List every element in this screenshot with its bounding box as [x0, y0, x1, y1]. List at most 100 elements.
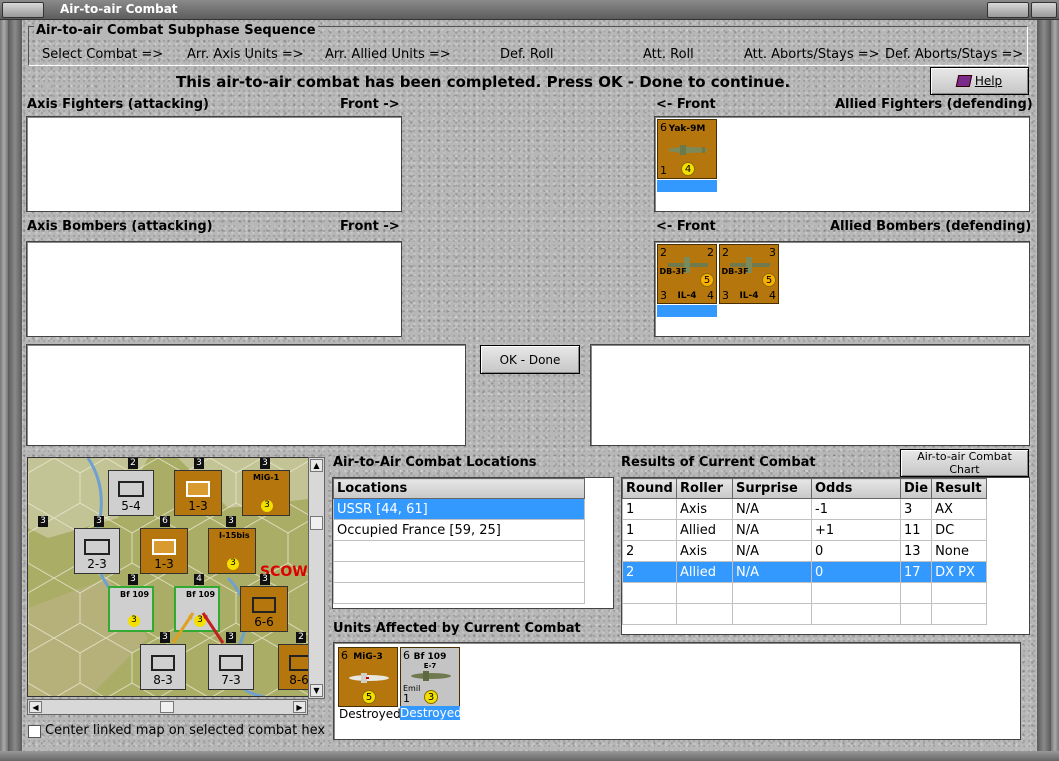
- unit-counter-db3f-2[interactable]: 2 3 DB-3F 5 3 IL-4 4: [719, 244, 779, 304]
- center-map-checkbox[interactable]: [28, 725, 41, 738]
- hex-label: 7-3: [221, 673, 241, 687]
- cell: N/A: [732, 561, 812, 583]
- seq-step-arr-allied: Arr. Allied Units =>: [325, 47, 451, 62]
- result-row[interactable]: [622, 603, 988, 625]
- location-row[interactable]: Occupied France [59, 25]: [333, 519, 585, 541]
- cell: None: [931, 540, 988, 562]
- close-button[interactable]: [1031, 2, 1057, 18]
- map-unit-name: Bf 109: [120, 590, 150, 599]
- cell: Allied: [676, 561, 733, 583]
- affected-units-panel[interactable]: 6 MiG-3 5 Destroyed 6 Bf 109 E-7 Emil 1 …: [333, 642, 1021, 740]
- system-menu-button[interactable]: [2, 2, 44, 18]
- map-unit-armor[interactable]: 6-6: [240, 586, 288, 632]
- ok-done-button[interactable]: OK - Done: [480, 345, 580, 374]
- hex-label: 2-3: [87, 557, 107, 571]
- map-unit-inf-5[interactable]: 7-3: [208, 644, 254, 690]
- cell: Axis: [676, 498, 733, 520]
- stack-count: 6: [160, 516, 170, 527]
- minimize-button[interactable]: [987, 2, 1029, 18]
- cell: [676, 582, 733, 604]
- cell: 0: [811, 561, 901, 583]
- hex-label: 1-3: [188, 499, 208, 513]
- map-unit-inf-3[interactable]: 1-3: [140, 528, 188, 574]
- axis-fighters-panel[interactable]: [26, 116, 402, 212]
- cell: 1: [622, 498, 677, 520]
- linked-map[interactable]: 5-4 1-3 MiG-1 3 2-3 1-3 I-15bis 3 SCOW B…: [27, 457, 316, 697]
- cell: [676, 603, 733, 625]
- map-unit-bf109-a[interactable]: Bf 109 3: [108, 586, 154, 632]
- cell: N/A: [732, 540, 812, 562]
- scroll-thumb[interactable]: [310, 516, 323, 530]
- frame-right-inner: [1037, 20, 1051, 761]
- help-button[interactable]: Help: [930, 67, 1029, 95]
- counter-name: DB-3F: [721, 267, 749, 276]
- map-unit-mig1[interactable]: MiG-1 3: [242, 470, 290, 516]
- map-unit-inf-1[interactable]: 1-3: [174, 470, 222, 516]
- map-unit-inf-2[interactable]: 2-3: [74, 528, 120, 574]
- result-row[interactable]: 1 Axis N/A -1 3 AX: [622, 498, 988, 520]
- stack-count: 2: [128, 458, 138, 469]
- counter-name: Yak-9M: [668, 124, 706, 134]
- location-row[interactable]: [333, 540, 585, 562]
- axis-bombers-panel[interactable]: [26, 241, 402, 337]
- combat-arrows-icon: [171, 612, 225, 644]
- result-row[interactable]: 1 Allied N/A +1 11 DC: [622, 519, 988, 541]
- result-row[interactable]: [622, 582, 988, 604]
- cell: Allied: [676, 519, 733, 541]
- stack-count: 3: [94, 516, 104, 527]
- location-row[interactable]: [333, 582, 585, 604]
- scroll-down-icon[interactable]: ▼: [310, 684, 323, 697]
- cell: [732, 603, 812, 625]
- unit-counter-yak9m[interactable]: 6 Yak-9M 1 4: [657, 119, 717, 179]
- map-unit-inf-4[interactable]: 8-3: [140, 644, 186, 690]
- map-unit-infantry[interactable]: 5-4: [108, 470, 154, 516]
- stack-count: 3: [128, 574, 138, 585]
- cell: N/A: [732, 519, 812, 541]
- stack-count: 3: [194, 458, 204, 469]
- cell: +1: [811, 519, 901, 541]
- result-row[interactable]: 2 Allied N/A 0 17 DX PX: [622, 561, 988, 583]
- sequence-title: Air-to-air Combat Subphase Sequence: [34, 23, 318, 38]
- scroll-left-icon[interactable]: ◀: [29, 701, 42, 713]
- location-cell: [333, 561, 585, 583]
- locations-table: Locations USSR [44, 61] Occupied France …: [333, 478, 585, 604]
- scroll-up-icon[interactable]: ▲: [310, 459, 323, 472]
- combat-chart-button[interactable]: Air-to-air Combat Chart: [900, 449, 1029, 477]
- map-horizontal-scrollbar[interactable]: ◀ ▶: [27, 699, 308, 715]
- allied-bombers-label: Allied Bombers (defending): [830, 219, 1032, 234]
- counter-name: DB-3F: [659, 267, 687, 276]
- frame-left-inner: [8, 20, 22, 761]
- affected-unit-mig3[interactable]: 6 MiG-3 5: [338, 647, 398, 707]
- cell: N/A: [732, 498, 812, 520]
- axis-fighters-label: Axis Fighters (attacking): [27, 97, 209, 112]
- allied-fighters-panel[interactable]: 6 Yak-9M 1 4: [654, 116, 1030, 212]
- scroll-thumb-h[interactable]: [160, 701, 174, 713]
- location-row[interactable]: [333, 561, 585, 583]
- selection-bar: [657, 180, 717, 192]
- location-cell: [333, 582, 585, 604]
- counter-circle-value: 4: [681, 162, 695, 176]
- stack-count: 3: [260, 458, 270, 469]
- stack-count: 3: [226, 516, 236, 527]
- map-unit-i15bis[interactable]: I-15bis 3: [208, 528, 256, 574]
- cell: [811, 603, 901, 625]
- allied-bombers-panel[interactable]: 2 2 DB-3F 5 3 IL-4 4 2 3 DB-3F 5 3 IL-4 …: [654, 241, 1030, 337]
- axis-info-panel: [26, 344, 466, 446]
- affected-unit-bf109[interactable]: 6 Bf 109 E-7 Emil 1 3: [400, 647, 460, 707]
- window-title: Air-to-air Combat: [60, 2, 178, 16]
- stack-count: 3: [226, 632, 236, 643]
- map-vertical-scrollbar[interactable]: ▲ ▼: [308, 457, 325, 699]
- counter-bl: 1: [403, 692, 410, 705]
- locations-list[interactable]: Locations USSR [44, 61] Occupied France …: [332, 477, 614, 609]
- hex-label: 1-3: [154, 557, 174, 571]
- counter-br: 4: [707, 289, 714, 302]
- result-row[interactable]: 2 Axis N/A 0 13 None: [622, 540, 988, 562]
- fighter-plane-icon: [349, 673, 389, 683]
- fighter-plane-icon: [668, 145, 708, 155]
- hex-label: 6-6: [254, 615, 274, 629]
- seq-step-att-aborts: Att. Aborts/Stays =>: [744, 47, 880, 62]
- cell: [899, 582, 933, 604]
- location-row[interactable]: USSR [44, 61]: [333, 498, 585, 520]
- cell: DC: [931, 519, 988, 541]
- scroll-right-icon[interactable]: ▶: [293, 701, 306, 713]
